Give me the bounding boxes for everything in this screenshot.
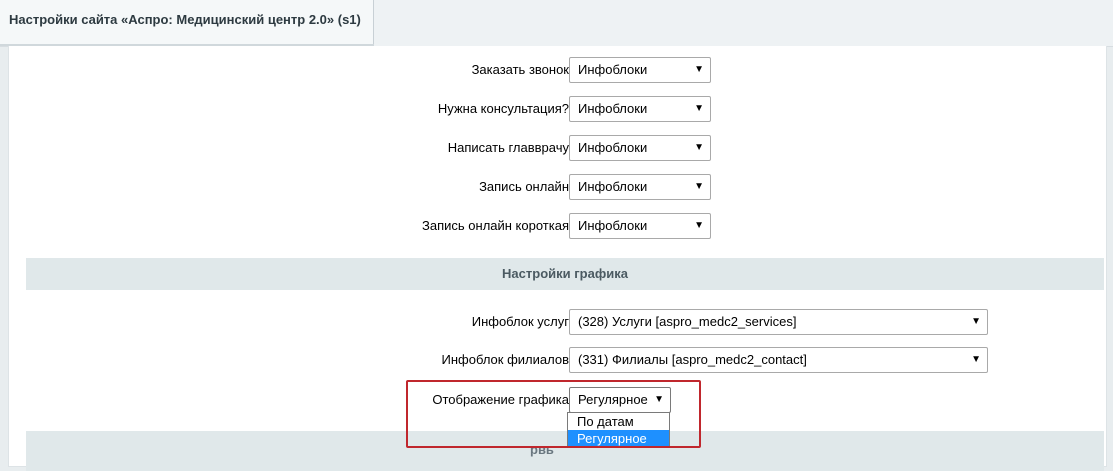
online-booking-select[interactable]: Инфоблоки ▼ bbox=[569, 174, 711, 200]
select-value: Инфоблоки bbox=[578, 218, 648, 233]
field-label: Инфоблок услуг bbox=[471, 314, 569, 329]
services-iblock-select[interactable]: (328) Услуги [aspro_medc2_services] ▼ bbox=[569, 309, 988, 335]
chevron-down-icon: ▼ bbox=[654, 394, 664, 405]
chevron-down-icon: ▼ bbox=[694, 64, 704, 75]
chevron-down-icon: ▼ bbox=[694, 142, 704, 153]
select-value: Инфоблоки bbox=[578, 101, 648, 116]
form-row-consultation: Нужна консультация? Инфоблоки ▼ bbox=[9, 94, 1106, 124]
select-value: Регулярное bbox=[578, 392, 648, 407]
schedule-row-branches: Инфоблок филиалов (331) Филиалы [aspro_m… bbox=[9, 345, 1106, 375]
tab-bar: Настройки сайта «Аспро: Медицинский цент… bbox=[0, 0, 1113, 47]
select-value: Инфоблоки bbox=[578, 62, 648, 77]
schedule-display-select[interactable]: Регулярное ▼ bbox=[569, 387, 671, 413]
option-by-dates[interactable]: По датам bbox=[568, 413, 669, 430]
form-row-write-chief: Написать главврачу Инфоблоки ▼ bbox=[9, 133, 1106, 163]
order-call-select[interactable]: Инфоблоки ▼ bbox=[569, 57, 711, 83]
chevron-down-icon: ▼ bbox=[971, 316, 981, 327]
field-label: Запись онлайн короткая bbox=[422, 218, 569, 233]
option-regular[interactable]: Регулярное bbox=[568, 430, 669, 447]
field-label: Отображение графика bbox=[432, 392, 569, 407]
settings-panel: Заказать звонок Инфоблоки ▼ Нужна консул… bbox=[8, 46, 1107, 471]
select-value: (331) Филиалы [aspro_medc2_contact] bbox=[578, 352, 807, 367]
schedule-row-services: Инфоблок услуг (328) Услуги [aspro_medc2… bbox=[9, 307, 1106, 337]
field-label: Инфоблок филиалов bbox=[441, 352, 569, 367]
branches-iblock-select[interactable]: (331) Филиалы [aspro_medc2_contact] ▼ bbox=[569, 347, 988, 373]
next-section-title: рвь bbox=[530, 442, 554, 457]
consultation-select[interactable]: Инфоблоки ▼ bbox=[569, 96, 711, 122]
select-value: Инфоблоки bbox=[578, 179, 648, 194]
select-value: (328) Услуги [aspro_medc2_services] bbox=[578, 314, 797, 329]
field-label: Заказать звонок bbox=[471, 62, 569, 77]
online-booking-short-select[interactable]: Инфоблоки ▼ bbox=[569, 213, 711, 239]
schedule-row-display: Отображение графика Регулярное ▼ bbox=[9, 385, 1106, 415]
field-label: Нужна консультация? bbox=[437, 101, 569, 116]
section-header-schedule: Настройки графика bbox=[26, 258, 1104, 290]
write-chief-select[interactable]: Инфоблоки ▼ bbox=[569, 135, 711, 161]
schedule-display-options: По датам Регулярное bbox=[567, 412, 670, 448]
tab-site-settings[interactable]: Настройки сайта «Аспро: Медицинский цент… bbox=[0, 0, 374, 44]
chevron-down-icon: ▼ bbox=[971, 354, 981, 365]
form-row-online-booking: Запись онлайн Инфоблоки ▼ bbox=[9, 172, 1106, 202]
form-row-online-booking-short: Запись онлайн короткая Инфоблоки ▼ bbox=[9, 211, 1106, 241]
chevron-down-icon: ▼ bbox=[694, 103, 704, 114]
chevron-down-icon: ▼ bbox=[694, 181, 704, 192]
select-value: Инфоблоки bbox=[578, 140, 648, 155]
field-label: Написать главврачу bbox=[447, 140, 569, 155]
field-label: Запись онлайн bbox=[479, 179, 569, 194]
chevron-down-icon: ▼ bbox=[694, 220, 704, 231]
section-header-next bbox=[26, 431, 1104, 471]
form-row-order-call: Заказать звонок Инфоблоки ▼ bbox=[9, 55, 1106, 85]
